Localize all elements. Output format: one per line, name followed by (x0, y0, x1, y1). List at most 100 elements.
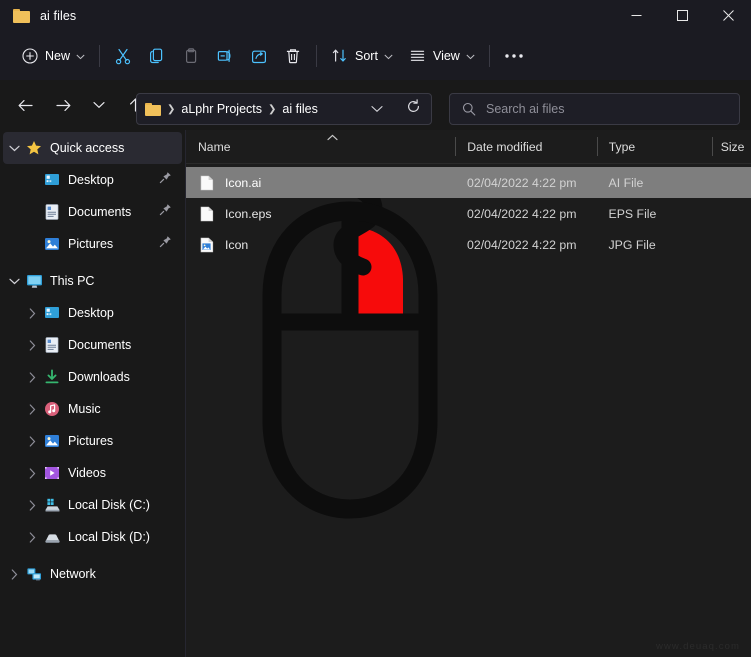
sidebar-item-label: Local Disk (C:) (68, 498, 150, 512)
delete-button[interactable] (276, 40, 310, 72)
more-button[interactable] (496, 40, 532, 72)
sidebar-item-pictures-quick[interactable]: Pictures (3, 228, 182, 260)
sidebar-item-label: Local Disk (D:) (68, 530, 150, 544)
column-header-name[interactable]: Name (186, 130, 455, 163)
generic-file-icon (200, 175, 216, 191)
pin-icon[interactable] (159, 203, 172, 221)
rename-button[interactable] (208, 40, 242, 72)
table-row[interactable]: Icon.ai 02/04/2022 4:22 pm AI File (186, 167, 751, 198)
sidebar-item-videos[interactable]: Videos (3, 457, 182, 489)
file-name: Icon.eps (225, 206, 272, 221)
column-header-date-modified[interactable]: Date modified (455, 130, 597, 163)
file-name-cell: Icon.ai (186, 175, 455, 191)
documents-icon (43, 337, 61, 353)
pin-icon[interactable] (159, 171, 172, 189)
sidebar-group-this-pc[interactable]: This PC (3, 265, 182, 297)
search-input[interactable]: Search ai files (486, 102, 565, 116)
download-icon (43, 369, 61, 385)
sidebar-item-documents-quick[interactable]: Documents (3, 196, 182, 228)
column-divider[interactable] (711, 137, 713, 156)
close-button[interactable] (705, 0, 751, 31)
chevron-right-icon[interactable] (21, 371, 43, 383)
table-row[interactable]: Icon 02/04/2022 4:22 pm JPG File (186, 229, 751, 260)
breadcrumb-item-1[interactable]: ai files (282, 102, 317, 116)
forward-button[interactable] (48, 90, 78, 120)
sidebar-item-label: Music (68, 402, 101, 416)
star-icon (25, 140, 43, 156)
view-button[interactable]: View (401, 40, 483, 72)
toolbar-divider (488, 44, 490, 67)
file-name-cell: Icon (186, 237, 455, 253)
scissors-icon (114, 47, 132, 65)
new-button[interactable]: New (14, 40, 93, 72)
desktop-icon (43, 305, 61, 321)
column-divider[interactable] (596, 137, 598, 156)
search-box[interactable]: Search ai files (449, 93, 740, 125)
sidebar-item-desktop-quick[interactable]: Desktop (3, 164, 182, 196)
sidebar-item-label: Desktop (68, 173, 114, 187)
sidebar-group-label: Quick access (50, 141, 125, 155)
plus-circle-icon (22, 47, 38, 64)
chevron-down-icon[interactable] (3, 278, 25, 285)
file-name-cell: Icon.eps (186, 206, 455, 222)
maximize-button[interactable] (659, 0, 705, 31)
sidebar-item-documents-pc[interactable]: Documents (3, 329, 182, 361)
copy-button[interactable] (140, 40, 174, 72)
sidebar-item-music[interactable]: Music (3, 393, 182, 425)
column-header-type[interactable]: Type (596, 130, 712, 163)
minimize-button[interactable] (613, 0, 659, 31)
window-title: ai files (40, 8, 77, 23)
table-row[interactable]: Icon.eps 02/04/2022 4:22 pm EPS File (186, 198, 751, 229)
sidebar-item-pictures-pc[interactable]: Pictures (3, 425, 182, 457)
copy-icon (148, 47, 166, 65)
file-date: 02/04/2022 4:22 pm (467, 206, 577, 221)
paste-button[interactable] (174, 40, 208, 72)
sidebar-item-downloads[interactable]: Downloads (3, 361, 182, 393)
chevron-right-icon[interactable] (21, 531, 43, 543)
music-icon (43, 401, 61, 417)
pin-icon[interactable] (159, 235, 172, 253)
toolbar-divider (99, 44, 101, 67)
chevron-right-icon[interactable] (21, 307, 43, 319)
window-controls (613, 0, 751, 31)
ellipsis-icon (504, 53, 524, 59)
recent-locations-button[interactable] (84, 90, 114, 120)
chevron-right-icon[interactable] (21, 339, 43, 351)
view-lines-icon (409, 47, 426, 64)
chevron-right-icon[interactable] (3, 568, 25, 580)
chevron-right-icon[interactable] (21, 467, 43, 479)
network-icon (25, 566, 43, 582)
column-label: Size (720, 139, 745, 154)
sidebar-group-label: Network (50, 567, 96, 581)
address-dropdown-button[interactable] (371, 100, 383, 118)
refresh-button[interactable] (406, 99, 421, 119)
sidebar-group-network[interactable]: Network (3, 558, 182, 590)
disk-icon (43, 529, 61, 545)
sort-button[interactable]: Sort (323, 40, 401, 72)
chevron-right-icon[interactable] (21, 435, 43, 447)
sidebar-group-quick-access[interactable]: Quick access (3, 132, 182, 164)
chevron-right-icon[interactable] (21, 499, 43, 511)
cut-button[interactable] (106, 40, 140, 72)
chevron-down-icon[interactable] (3, 145, 25, 152)
command-toolbar: New Sort View (0, 31, 751, 80)
column-headers: Name Date modified Type Size (186, 130, 751, 164)
sidebar-item-label: Documents (68, 338, 132, 352)
chevron-right-icon[interactable] (21, 403, 43, 415)
sidebar-item-label: Desktop (68, 306, 114, 320)
sidebar-item-local-disk-d[interactable]: Local Disk (D:) (3, 521, 182, 553)
monitor-icon (25, 273, 43, 289)
sidebar-item-desktop-pc[interactable]: Desktop (3, 297, 182, 329)
sidebar-item-local-disk-c[interactable]: Local Disk (C:) (3, 489, 182, 521)
file-type: AI File (608, 175, 644, 190)
address-bar[interactable]: ❯ aLphr Projects ❯ ai files (136, 93, 432, 125)
watermark: www.deuaq.com (655, 641, 740, 652)
column-divider[interactable] (455, 137, 457, 156)
file-name: Icon.ai (225, 175, 262, 190)
file-name: Icon (225, 237, 249, 252)
share-button[interactable] (242, 40, 276, 72)
column-header-size[interactable]: Size (711, 130, 751, 163)
breadcrumb-item-0[interactable]: aLphr Projects (181, 102, 262, 116)
back-button[interactable] (10, 90, 40, 120)
title-bar: ai files (0, 0, 751, 31)
